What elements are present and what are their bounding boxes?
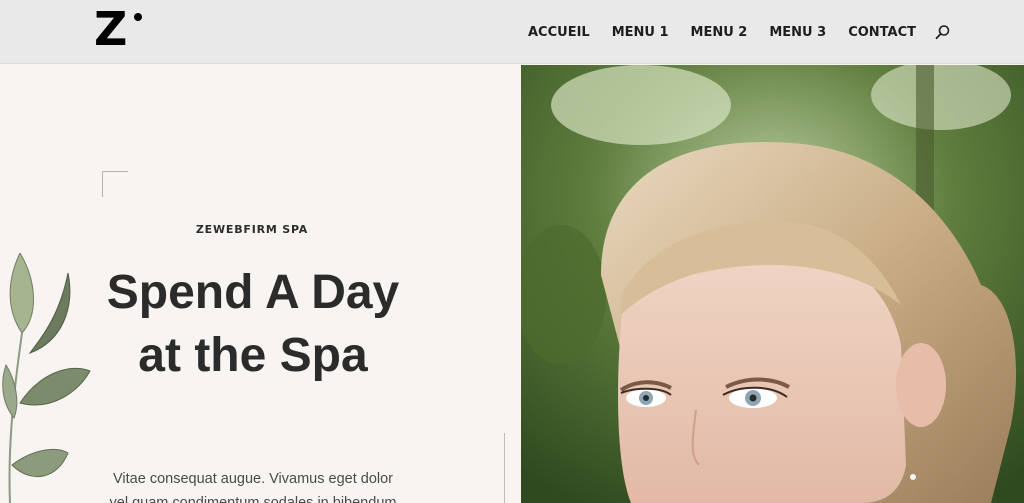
logo-dot [134,13,142,21]
nav-menu-1[interactable]: MENU 1 [612,25,669,40]
main-nav: ACCUEIL MENU 1 MENU 2 MENU 3 CONTACT [506,0,951,64]
site-logo[interactable]: Z [94,6,144,52]
nav-contact[interactable]: CONTACT [848,25,916,40]
nav-menu-2[interactable]: MENU 2 [691,25,748,40]
hero-title: Spend A Day at the Spa [106,266,400,382]
search-icon[interactable] [935,24,951,40]
woman-portrait-image [521,65,1024,503]
divider-line [504,433,505,503]
nav-menu-3[interactable]: MENU 3 [769,25,826,40]
leaf-branch-illustration [2,253,91,503]
nav-accueil[interactable]: ACCUEIL [528,25,590,40]
hero-eyebrow: ZEWEBFIRM SPA [195,223,309,236]
hero-photo [521,65,1024,503]
hero-text-panel: ZEWEBFIRM SPA Spend A Day at the Spa Vit… [0,65,521,503]
hero-body: Vitae consequat augue. Vivamus eget dolo… [109,471,397,503]
site-header: Z ACCUEIL MENU 1 MENU 2 MENU 3 CONTACT [0,0,1024,64]
corner-decoration [102,171,128,197]
logo-letter: Z [94,2,127,56]
